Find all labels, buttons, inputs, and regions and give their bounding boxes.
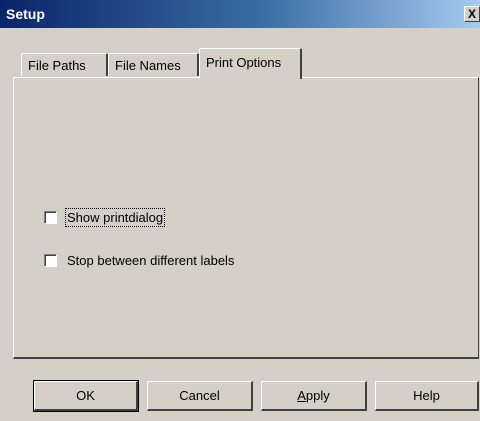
close-icon: X: [467, 7, 476, 21]
stop-between-labels-option[interactable]: Stop between different labels: [44, 253, 234, 268]
ok-button[interactable]: OK: [33, 380, 139, 412]
tab-print-options[interactable]: Print Options: [199, 48, 302, 79]
tab-file-names[interactable]: File Names: [108, 53, 199, 76]
show-printdialog-checkbox[interactable]: [44, 211, 57, 224]
stop-between-labels-checkbox[interactable]: [44, 254, 57, 267]
tab-bar: File Paths File Names Print Options: [13, 48, 473, 79]
tab-file-paths[interactable]: File Paths: [21, 53, 108, 76]
ok-label: OK: [76, 388, 95, 403]
apply-button[interactable]: Apply: [261, 381, 367, 411]
apply-label: Apply: [297, 388, 330, 403]
print-options-panel: Show printdialog Stop between different …: [13, 77, 479, 359]
window-title: Setup: [6, 6, 45, 22]
cancel-label: Cancel: [179, 388, 220, 403]
close-button[interactable]: X: [464, 6, 480, 22]
help-button[interactable]: Help: [375, 381, 479, 411]
tab-label: File Paths: [28, 58, 86, 73]
show-printdialog-option[interactable]: Show printdialog: [44, 208, 166, 227]
cancel-button[interactable]: Cancel: [147, 381, 253, 411]
stop-between-labels-label: Stop between different labels: [67, 253, 235, 268]
setup-dialog: Setup X File Paths File Names Print Opti…: [0, 0, 480, 421]
show-printdialog-label: Show printdialog: [64, 208, 166, 227]
tab-label: File Names: [115, 58, 181, 73]
help-label: Help: [413, 388, 440, 403]
title-bar[interactable]: Setup X: [0, 0, 480, 28]
tab-label: Print Options: [206, 55, 282, 70]
